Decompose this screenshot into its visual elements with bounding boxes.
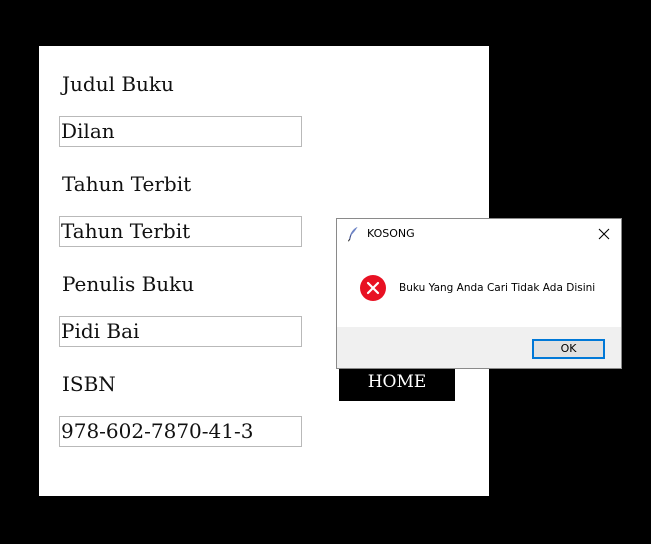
dialog-footer: OK	[337, 327, 621, 368]
penulis-buku-label: Penulis Buku	[62, 272, 195, 296]
tahun-terbit-input[interactable]: Tahun Terbit	[59, 216, 302, 247]
penulis-buku-input[interactable]: Pidi Bai	[59, 316, 302, 347]
judul-buku-label: Judul Buku	[62, 72, 174, 96]
close-icon[interactable]	[593, 223, 615, 245]
dialog-title: KOSONG	[367, 227, 415, 240]
error-dialog: KOSONG Buku Yang Anda Cari Tidak Ada Dis…	[336, 218, 622, 369]
error-icon	[359, 274, 387, 302]
judul-buku-input[interactable]: Dilan	[59, 116, 302, 147]
isbn-label: ISBN	[62, 372, 116, 396]
dialog-message: Buku Yang Anda Cari Tidak Ada Disini	[399, 282, 596, 294]
feather-icon	[346, 226, 360, 242]
ok-button[interactable]: OK	[532, 339, 605, 359]
tahun-terbit-label: Tahun Terbit	[62, 172, 192, 196]
dialog-titlebar[interactable]: KOSONG	[337, 219, 621, 248]
home-button[interactable]: HOME	[339, 364, 455, 401]
dialog-content: Buku Yang Anda Cari Tidak Ada Disini	[337, 248, 621, 327]
isbn-input[interactable]: 978-602-7870-41-3	[59, 416, 302, 447]
